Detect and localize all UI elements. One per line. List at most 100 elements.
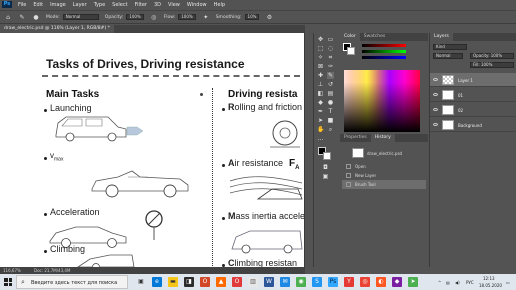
color-spectrum[interactable] bbox=[344, 70, 420, 132]
layer-kind-filter[interactable]: Kind bbox=[433, 44, 467, 50]
tab-history[interactable]: History bbox=[370, 134, 395, 142]
color-background-swatch[interactable] bbox=[347, 47, 355, 55]
opera-icon[interactable]: O bbox=[232, 277, 242, 287]
layer-row[interactable]: 01 bbox=[430, 88, 516, 102]
pen-tool-icon[interactable]: ✒ bbox=[317, 108, 324, 115]
file-explorer-icon[interactable]: ▬ bbox=[168, 277, 178, 287]
green-slider[interactable] bbox=[362, 50, 406, 53]
store-icon[interactable]: ◨ bbox=[184, 277, 194, 287]
eye-icon[interactable] bbox=[433, 123, 438, 126]
eraser-tool-icon[interactable]: ◧ bbox=[317, 90, 324, 97]
history-row[interactable]: New Layer bbox=[342, 171, 426, 180]
tab-layers[interactable]: Layers bbox=[430, 33, 453, 41]
task-view-icon[interactable]: ▣ bbox=[136, 277, 146, 287]
brush-tool-icon[interactable]: ✎ bbox=[327, 72, 334, 79]
tray-arrow-icon[interactable]: ^ bbox=[438, 280, 441, 285]
smoothing-field[interactable]: 10% bbox=[244, 14, 260, 20]
settings-gear-icon[interactable]: ⚙ bbox=[265, 14, 273, 21]
layer-row[interactable]: Background bbox=[430, 118, 516, 132]
background-color-swatch[interactable] bbox=[323, 152, 331, 160]
path-select-tool-icon[interactable]: ➤ bbox=[317, 117, 324, 124]
menu-3d[interactable]: 3D bbox=[154, 2, 161, 8]
crop-tool-icon[interactable]: ⌗ bbox=[327, 54, 334, 61]
menu-filter[interactable]: Filter bbox=[135, 2, 147, 8]
misc-app-icon[interactable]: ◆ bbox=[392, 277, 402, 287]
eyedropper-tool-icon[interactable]: ✑ bbox=[327, 63, 334, 70]
zoom-tool-icon[interactable]: ⌕ bbox=[327, 126, 334, 133]
marquee-tool-icon[interactable]: ⬚ bbox=[317, 45, 324, 52]
opacity-field[interactable]: 100% bbox=[126, 14, 144, 20]
menu-window[interactable]: Window bbox=[187, 2, 207, 8]
mode-select[interactable]: Normal bbox=[62, 14, 99, 20]
network-icon[interactable]: ▤ bbox=[446, 280, 450, 285]
history-row[interactable]: Open bbox=[342, 162, 426, 171]
mail-icon[interactable]: ✉ bbox=[280, 277, 290, 287]
gradient-tool-icon[interactable]: ▤ bbox=[327, 90, 334, 97]
app-icon[interactable]: ◉ bbox=[296, 277, 306, 287]
clock-date[interactable]: 18.05.2020 bbox=[479, 283, 502, 288]
menu-image[interactable]: Image bbox=[50, 2, 66, 8]
notification-icon[interactable]: ▭ bbox=[506, 280, 510, 285]
layer-fill[interactable]: Fill: 100% bbox=[470, 62, 514, 68]
type-tool-icon[interactable]: T bbox=[327, 108, 334, 115]
hand-tool-icon[interactable]: ✋ bbox=[317, 126, 324, 133]
clock-time[interactable]: 12:13 bbox=[483, 276, 495, 281]
layer-blend-mode[interactable]: Normal bbox=[433, 53, 463, 59]
skype-icon[interactable]: S bbox=[312, 277, 322, 287]
dodge-tool-icon[interactable]: ● bbox=[327, 99, 334, 106]
menu-edit[interactable]: Edit bbox=[33, 2, 43, 8]
history-snapshot-thumb[interactable] bbox=[352, 148, 364, 158]
menu-select[interactable]: Select bbox=[112, 2, 127, 8]
menu-file[interactable]: File bbox=[18, 2, 26, 8]
lasso-tool-icon[interactable]: ◌ bbox=[327, 45, 334, 52]
shape-tool-icon[interactable]: ■ bbox=[327, 117, 334, 124]
stamp-tool-icon[interactable]: ⊥ bbox=[317, 81, 324, 88]
yandex-icon[interactable]: Y bbox=[344, 277, 354, 287]
tab-swatches[interactable]: Swatches bbox=[360, 33, 390, 41]
telegram-icon[interactable]: ➤ bbox=[408, 277, 418, 287]
layer-row[interactable]: 02 bbox=[430, 103, 516, 117]
healing-tool-icon[interactable]: ✚ bbox=[317, 72, 324, 79]
flow-field[interactable]: 100% bbox=[178, 14, 196, 20]
tab-color[interactable]: Color bbox=[340, 33, 360, 41]
airbrush-icon[interactable]: ✦ bbox=[202, 14, 210, 21]
zoom-level[interactable]: 116,67% bbox=[3, 268, 21, 273]
screen-mode-icon[interactable]: ▣ bbox=[322, 173, 329, 180]
frame-tool-icon[interactable]: ⊠ bbox=[317, 63, 324, 70]
folder-icon[interactable]: ▥ bbox=[248, 277, 258, 287]
history-row[interactable]: Brush Tool bbox=[342, 180, 426, 189]
word-icon[interactable]: W bbox=[264, 277, 274, 287]
home-icon[interactable]: ⌂ bbox=[4, 14, 12, 21]
brush-preset-icon[interactable]: ✎ bbox=[18, 14, 26, 21]
menu-view[interactable]: View bbox=[168, 2, 180, 8]
history-brush-tool-icon[interactable]: ↺ bbox=[327, 81, 334, 88]
photoshop-taskbar-icon[interactable]: Ps bbox=[328, 277, 338, 287]
quick-mask-icon[interactable]: ◘ bbox=[322, 164, 329, 171]
taskbar-search[interactable]: ⌕ Введите здесь текст для поиска bbox=[16, 275, 128, 289]
eye-icon[interactable] bbox=[433, 78, 438, 81]
red-slider[interactable] bbox=[362, 44, 406, 47]
vlc-icon[interactable]: ▲ bbox=[216, 277, 226, 287]
document-canvas[interactable]: Tasks of Drives, Driving resistance Main… bbox=[0, 33, 305, 267]
quick-select-tool-icon[interactable]: ✧ bbox=[317, 54, 324, 61]
volume-icon[interactable]: ◀) bbox=[455, 280, 460, 285]
menu-help[interactable]: Help bbox=[214, 2, 225, 8]
firefox-icon[interactable]: ◐ bbox=[376, 277, 386, 287]
eye-icon[interactable] bbox=[433, 93, 438, 96]
move-tool-icon[interactable]: ✥ bbox=[317, 36, 324, 43]
blue-slider[interactable] bbox=[362, 56, 406, 59]
photoshop-logo[interactable]: Ps bbox=[2, 1, 12, 8]
layer-row[interactable]: Layer 1 bbox=[430, 73, 516, 87]
pressure-opacity-icon[interactable]: ◎ bbox=[150, 14, 158, 21]
chrome-icon[interactable]: ◎ bbox=[360, 277, 370, 287]
windows-start-icon[interactable] bbox=[4, 278, 12, 286]
more-tools-icon[interactable]: … bbox=[317, 135, 324, 142]
office-icon[interactable]: O bbox=[200, 277, 210, 287]
blur-tool-icon[interactable]: ◆ bbox=[317, 99, 324, 106]
layer-opacity[interactable]: Opacity: 100% bbox=[470, 53, 514, 59]
tab-properties[interactable]: Properties bbox=[340, 134, 371, 142]
menu-type[interactable]: Type bbox=[94, 2, 105, 8]
eye-icon[interactable] bbox=[433, 108, 438, 111]
edge-icon[interactable]: e bbox=[152, 277, 162, 287]
input-language[interactable]: РУС bbox=[466, 280, 474, 285]
